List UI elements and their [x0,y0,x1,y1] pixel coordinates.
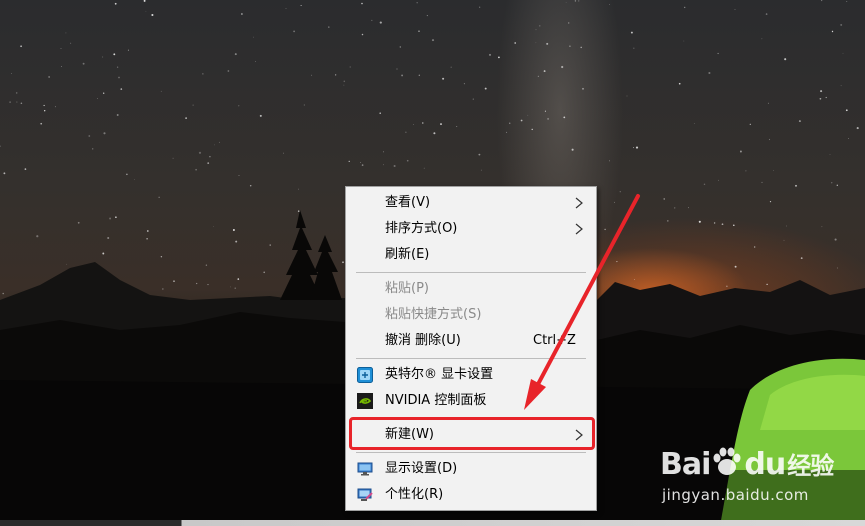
watermark-brand: Bai du经验 [660,446,834,482]
desktop-wallpaper[interactable]: 查看(V) 排序方式(O) 刷新(E) 粘贴(P) 粘贴快捷方式(S) 撤消 删… [0,0,865,526]
taskbar-edge [0,520,865,526]
watermark-url: jingyan.baidu.com [662,486,809,504]
baidu-paw-icon [713,447,741,475]
watermark-brand-suffix: du [744,447,786,482]
baidu-jingyan-watermark: Bai du经验 jingyan.baidu.com [660,446,860,512]
watermark-brand-text: Bai [660,447,711,482]
watermark-service: 经验 [787,452,834,480]
